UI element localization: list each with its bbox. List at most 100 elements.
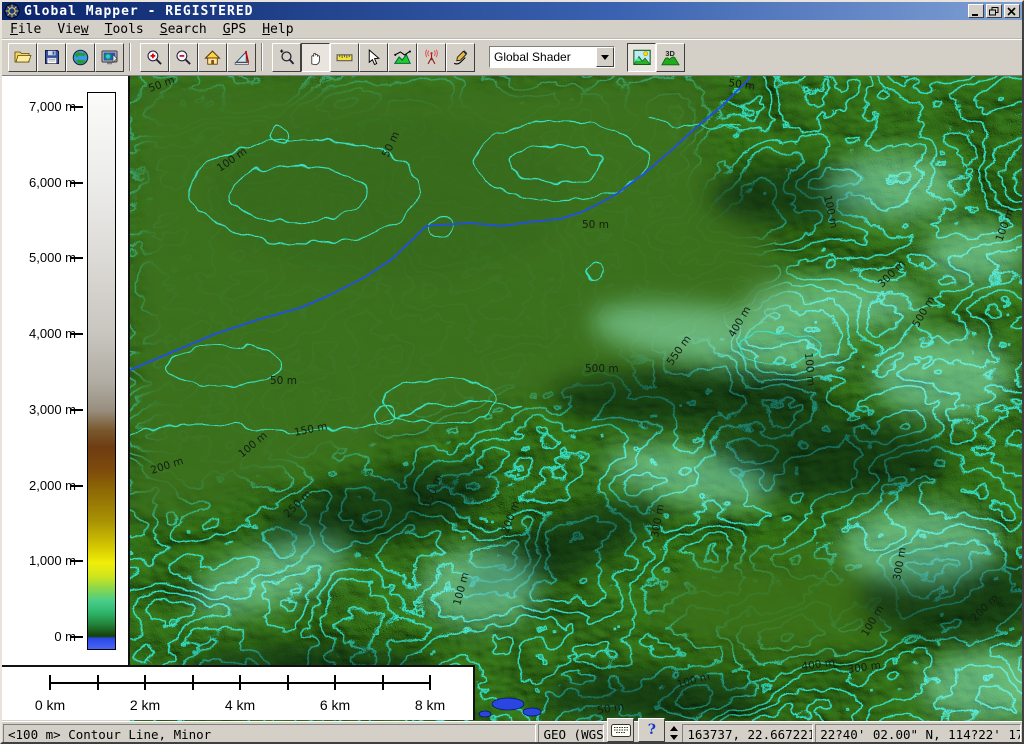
spinner-down-icon[interactable] bbox=[670, 735, 678, 740]
close-icon bbox=[1007, 7, 1017, 16]
monitor-globe-icon bbox=[101, 49, 119, 66]
pan-button[interactable] bbox=[301, 43, 330, 72]
projection-label: GEO (WGS84 bbox=[538, 724, 604, 743]
measure-button[interactable] bbox=[330, 43, 359, 72]
antenna-icon bbox=[423, 49, 440, 66]
restore-icon bbox=[989, 7, 999, 16]
chevron-down-icon bbox=[601, 55, 609, 60]
scale-tick bbox=[429, 675, 431, 690]
folder-open-icon bbox=[14, 49, 32, 65]
globe-icon bbox=[72, 49, 89, 66]
scale-tick bbox=[144, 675, 146, 690]
toolbar: Global Shader 3D bbox=[2, 39, 1022, 76]
menu-item-help[interactable]: Help bbox=[254, 21, 301, 38]
contour-label: 500 m bbox=[585, 363, 619, 375]
zoom-out-icon bbox=[175, 49, 192, 66]
toolbar-separator bbox=[129, 43, 131, 71]
app-window: Global Mapper - REGISTERED FileViewTools… bbox=[0, 0, 1024, 744]
restore-button[interactable] bbox=[986, 4, 1002, 18]
contour-label: 50 m bbox=[582, 219, 609, 231]
path-profile-button[interactable] bbox=[388, 43, 417, 72]
menu-bar: FileViewToolsSearchGPSHelp bbox=[2, 20, 1022, 39]
pencil-icon bbox=[452, 49, 469, 66]
help-button[interactable]: ? bbox=[638, 718, 665, 742]
picture-icon bbox=[633, 49, 651, 66]
keyboard-button[interactable] bbox=[607, 718, 634, 742]
cursor-coordinates: 163737, 22.66722137 ) bbox=[682, 724, 813, 743]
dropdown-arrow-button[interactable] bbox=[596, 47, 614, 67]
world-view-button[interactable] bbox=[66, 43, 95, 72]
save-button[interactable] bbox=[37, 43, 66, 72]
scale-tick bbox=[334, 675, 336, 690]
view-shed-button[interactable] bbox=[417, 43, 446, 72]
3d-view-icon: 3D bbox=[661, 49, 680, 66]
shader-dropdown-value: Global Shader bbox=[490, 50, 596, 64]
help-icon: ? bbox=[648, 722, 656, 738]
zoom-in-button[interactable] bbox=[140, 43, 169, 72]
status-bar: <100 m> Contour Line, Minor GEO (WGS84 ?… bbox=[2, 721, 1022, 744]
menu-item-file[interactable]: File bbox=[2, 21, 49, 38]
magnifier-plus-icon bbox=[278, 49, 295, 66]
legend-tick-label: 4,000 m bbox=[6, 326, 76, 341]
cursor-lat-lon: 22?40' 02.00" N, 114?22' 17.89" E bbox=[815, 724, 1021, 743]
toolbar-separator bbox=[261, 43, 263, 71]
scale-label: 0 km bbox=[20, 697, 80, 713]
terrain-map: 50 m100 m50 m50 m50 m50 m150 m100 m200 m… bbox=[130, 76, 1024, 721]
title-bar[interactable]: Global Mapper - REGISTERED bbox=[2, 2, 1022, 20]
contour-label: 50 m bbox=[270, 375, 297, 387]
close-button[interactable] bbox=[1004, 4, 1020, 18]
zoom-out-button[interactable] bbox=[169, 43, 198, 72]
menu-item-search[interactable]: Search bbox=[152, 21, 215, 38]
scale-label: 2 km bbox=[115, 697, 175, 713]
scale-tick bbox=[97, 675, 99, 690]
display-options-button[interactable] bbox=[627, 43, 656, 72]
hand-icon bbox=[307, 49, 324, 66]
legend-tick-label: 6,000 m bbox=[6, 175, 76, 190]
scale-label: 8 km bbox=[400, 697, 460, 713]
triangle-ruler-icon bbox=[233, 49, 250, 66]
scale-tick bbox=[382, 675, 384, 690]
select-button[interactable] bbox=[359, 43, 388, 72]
export-display-button[interactable] bbox=[95, 43, 124, 72]
map-viewport[interactable]: 50 m100 m50 m50 m50 m50 m150 m100 m200 m… bbox=[130, 76, 1024, 721]
save-icon bbox=[44, 49, 60, 65]
legend-tick-label: 3,000 m bbox=[6, 402, 76, 417]
scale-label: 6 km bbox=[305, 697, 365, 713]
menu-item-tools[interactable]: Tools bbox=[97, 21, 152, 38]
keyboard-icon bbox=[611, 724, 631, 737]
full-view-button[interactable] bbox=[198, 43, 227, 72]
zoom-tool-button[interactable] bbox=[272, 43, 301, 72]
elevation-gradient-bar bbox=[87, 92, 116, 650]
legend-tick-label: 2,000 m bbox=[6, 478, 76, 493]
minimize-icon bbox=[971, 7, 981, 16]
digitizer-button[interactable] bbox=[446, 43, 475, 72]
menu-item-gps[interactable]: GPS bbox=[215, 21, 254, 38]
scale-tick bbox=[49, 675, 51, 690]
spinner-up-icon[interactable] bbox=[670, 726, 678, 731]
window-title: Global Mapper - REGISTERED bbox=[24, 4, 254, 19]
legend-tick-label: 1,000 m bbox=[6, 553, 76, 568]
open-file-button[interactable] bbox=[8, 43, 37, 72]
scale-tick bbox=[287, 675, 289, 690]
menu-item-view[interactable]: View bbox=[49, 21, 96, 38]
ruler-icon bbox=[336, 49, 353, 66]
minimize-button[interactable] bbox=[968, 4, 984, 18]
legend-tick-label: 0 m bbox=[6, 629, 76, 644]
legend-tick-label: 5,000 m bbox=[6, 250, 76, 265]
view-3d-button[interactable]: 3D bbox=[656, 43, 685, 72]
scale-label: 4 km bbox=[210, 697, 270, 713]
home-icon bbox=[204, 49, 221, 66]
zoom-scale-button[interactable] bbox=[227, 43, 256, 72]
scale-tick bbox=[192, 675, 194, 690]
app-icon bbox=[4, 3, 20, 19]
scale-bar: 0 km 2 km 4 km 6 km 8 km bbox=[2, 665, 475, 720]
legend-tick-label: 7,000 m bbox=[6, 99, 76, 114]
scale-tick bbox=[239, 675, 241, 690]
elevation-legend: 7,000 m 6,000 m 5,000 m 4,000 m 3,000 m 2,000… bbox=[2, 76, 130, 665]
3d-label: 3D bbox=[665, 49, 675, 58]
mountain-profile-icon bbox=[394, 49, 411, 66]
zoom-in-icon bbox=[146, 49, 163, 66]
cursor-arrow-icon bbox=[365, 49, 382, 66]
shader-dropdown[interactable]: Global Shader bbox=[489, 46, 615, 68]
zoom-spinner[interactable] bbox=[670, 726, 678, 740]
